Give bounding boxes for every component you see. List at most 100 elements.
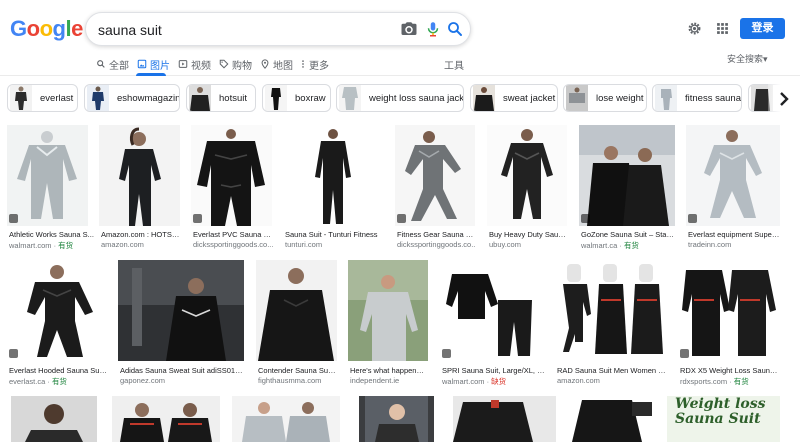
result-source[interactable]: everlast.ca · 有货 <box>9 376 107 387</box>
result-title[interactable]: RAD Sauna Suit Men Women Wei... <box>557 366 666 375</box>
apps-grid-icon[interactable] <box>716 22 729 35</box>
logo-letter: G <box>10 16 27 41</box>
result-source[interactable]: fighthausmma.com <box>258 376 337 385</box>
chip-thumbnail <box>339 85 361 111</box>
chip-eshowmagazine[interactable]: eshowmagazine <box>84 84 180 112</box>
product-tag-icon <box>680 349 689 358</box>
chip-label: boxraw <box>295 92 326 104</box>
login-button[interactable]: 登录 <box>740 18 785 39</box>
result-thumbnail[interactable]: Weight loss Sauna Suit <box>667 396 780 442</box>
video-icon <box>178 60 188 68</box>
result-source[interactable]: walmart.com · 缺货 <box>442 376 545 387</box>
result-source[interactable]: walmart.com · 有货 <box>9 240 95 251</box>
tab-maps[interactable]: 地图 <box>260 56 293 72</box>
result-thumbnail[interactable] <box>568 396 656 442</box>
result-source[interactable]: gaponez.com <box>120 376 244 385</box>
result-thumbnail <box>686 125 780 226</box>
result-source[interactable]: tunturi.com <box>285 240 384 249</box>
chip-thumbnail <box>655 85 677 111</box>
safesearch-menu[interactable]: 安全搜索▾ <box>727 52 768 65</box>
result-thumbnail[interactable] <box>11 396 97 442</box>
search-box[interactable]: sauna suit <box>85 12 471 46</box>
more-vert-icon <box>302 60 304 68</box>
product-tag-icon <box>9 349 18 358</box>
result-title[interactable]: RDX X5 Weight Loss Sauna S... <box>680 366 780 375</box>
chip-fitness-sauna[interactable]: fitness sauna <box>652 84 742 112</box>
image-result[interactable]: Amazon.com : HOTSUI... amazon.com <box>99 125 181 249</box>
result-title[interactable]: Buy Heavy Duty Sauna ... <box>489 230 567 239</box>
chip-lose-weight[interactable]: lose weight <box>563 84 647 112</box>
product-tag-icon <box>397 214 406 223</box>
tab-images[interactable]: 图片 <box>137 56 170 72</box>
chip-thumbnail <box>265 85 287 111</box>
result-title[interactable]: Everlast Hooded Sauna Suit –... <box>9 366 107 375</box>
result-source[interactable]: rdxsports.com · 有货 <box>680 376 780 387</box>
chip-boxraw[interactable]: boxraw <box>262 84 331 112</box>
image-result[interactable]: Everlast equipment Super S... tradeinn.c… <box>686 125 780 249</box>
result-source[interactable]: ubuy.com <box>489 240 567 249</box>
result-title[interactable]: Sauna Suit - Tunturi Fitness <box>285 230 384 239</box>
microphone-icon[interactable] <box>424 20 442 38</box>
result-source[interactable]: dickssportinggoods.co... <box>193 240 273 249</box>
product-tag-icon <box>9 214 18 223</box>
tab-all[interactable]: 全部 <box>96 56 129 72</box>
stock-status: 有货 <box>733 377 749 386</box>
image-result[interactable]: Here's what happened ... independent.ie <box>348 260 428 385</box>
chip-hotsuit[interactable]: hotsuit <box>186 84 256 112</box>
result-title[interactable]: Here's what happened ... <box>350 366 428 375</box>
result-title[interactable]: SPRI Sauna Suit, Large/XL, Dur... <box>442 366 545 375</box>
result-thumbnail <box>555 260 666 361</box>
tab-shopping[interactable]: 购物 <box>219 56 252 72</box>
result-title[interactable]: Adidas Sauna Sweat Suit adiSS01 fro... <box>120 366 244 375</box>
active-tab-indicator <box>136 73 166 76</box>
image-result[interactable]: Contender Sauna Suit -... fighthausmma.c… <box>256 260 337 385</box>
image-result[interactable]: RDX X5 Weight Loss Sauna S... rdxsports.… <box>678 260 780 387</box>
image-result[interactable]: GoZone Sauna Suit – Stand... walmart.ca … <box>579 125 675 251</box>
result-source[interactable]: walmart.ca · 有货 <box>581 240 675 251</box>
result-thumbnail[interactable] <box>359 396 434 442</box>
image-result[interactable]: Adidas Sauna Sweat Suit adiSS01 fro... g… <box>118 260 244 385</box>
result-source[interactable]: dickssportinggoods.co... <box>397 240 475 249</box>
settings-icon[interactable] <box>687 21 702 36</box>
search-icon[interactable] <box>446 20 464 38</box>
chip-sweat-jacket[interactable]: sweat jacket <box>470 84 558 112</box>
image-result[interactable]: Athletic Works Sauna S... walmart.com · … <box>7 125 95 251</box>
image-result[interactable]: Sauna Suit - Tunturi Fitness tunturi.com <box>283 125 384 249</box>
tools-button[interactable]: 工具 <box>444 56 464 72</box>
result-thumbnail[interactable] <box>453 396 556 442</box>
result-source[interactable]: independent.ie <box>350 376 428 385</box>
result-title[interactable]: GoZone Sauna Suit – Stand... <box>581 230 675 239</box>
chip-label: sweat jacket <box>503 92 556 104</box>
result-thumbnail <box>487 125 567 226</box>
chip-weight-loss-sauna-jacket[interactable]: weight loss sauna jacket <box>336 84 464 112</box>
result-thumbnail[interactable] <box>232 396 340 442</box>
chip-everlast[interactable]: everlast <box>7 84 78 112</box>
result-source[interactable]: amazon.com <box>101 240 181 249</box>
image-result[interactable]: Everlast PVC Sauna sui... dickssportingg… <box>191 125 273 249</box>
result-title[interactable]: Everlast PVC Sauna sui... <box>193 230 273 239</box>
camera-icon[interactable] <box>400 20 418 38</box>
image-result[interactable]: RAD Sauna Suit Men Women Wei... amazon.c… <box>555 260 666 385</box>
source-site: walmart.com · <box>9 241 59 250</box>
image-result[interactable]: Fitness Gear Sauna Sui... dickssportingg… <box>395 125 475 249</box>
result-title[interactable]: Athletic Works Sauna S... <box>9 230 95 239</box>
product-tag-icon <box>581 214 590 223</box>
result-title[interactable]: Fitness Gear Sauna Sui... <box>397 230 475 239</box>
result-thumbnail[interactable] <box>112 396 220 442</box>
result-title[interactable]: Amazon.com : HOTSUI... <box>101 230 181 239</box>
tab-videos[interactable]: 视频 <box>178 56 211 72</box>
image-result[interactable]: SPRI Sauna Suit, Large/XL, Dur... walmar… <box>440 260 545 387</box>
search-input[interactable]: sauna suit <box>98 22 162 38</box>
result-thumbnail <box>579 125 675 226</box>
google-logo[interactable]: Google <box>10 16 83 42</box>
result-title[interactable]: Everlast equipment Super S... <box>688 230 780 239</box>
result-thumbnail <box>118 260 244 361</box>
search-icon <box>97 60 105 68</box>
chips-scroll-next[interactable] <box>768 84 800 113</box>
result-source[interactable]: tradeinn.com <box>688 240 780 249</box>
result-source[interactable]: amazon.com <box>557 376 666 385</box>
result-title[interactable]: Contender Sauna Suit -... <box>258 366 337 375</box>
image-result[interactable]: Buy Heavy Duty Sauna ... ubuy.com <box>487 125 567 249</box>
tab-more[interactable]: 更多 <box>300 56 329 72</box>
image-result[interactable]: Everlast Hooded Sauna Suit –... everlast… <box>7 260 107 387</box>
